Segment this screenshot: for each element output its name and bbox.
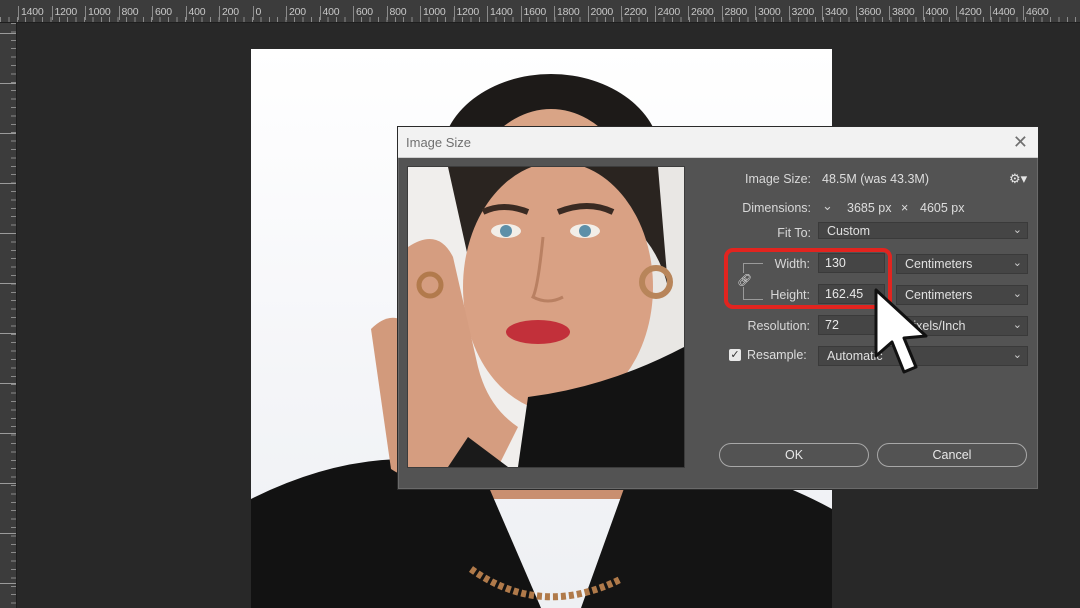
chevron-down-icon[interactable]: ⌄	[822, 198, 833, 214]
gear-icon[interactable]: ⚙▾	[1009, 171, 1027, 187]
width-unit-value: Centimeters	[905, 257, 973, 271]
ruler-mark	[0, 283, 16, 284]
ruler-label: 1400	[18, 6, 44, 20]
dimensions-label: Dimensions:	[742, 201, 811, 215]
ok-button[interactable]: OK	[719, 443, 869, 467]
ruler-label: 3000	[755, 6, 781, 20]
ruler-label: 1000	[85, 6, 111, 20]
image-preview[interactable]	[407, 166, 685, 468]
image-size-value: 48.5M (was 43.3M)	[822, 172, 929, 186]
chevron-down-icon: ⌄	[1012, 224, 1022, 236]
ruler-label: 1000	[420, 6, 446, 20]
ruler-mark	[0, 83, 16, 84]
ruler-label: 3400	[822, 6, 848, 20]
ruler-label: 1600	[520, 6, 546, 20]
chevron-down-icon: ⌄	[1012, 349, 1022, 361]
image-size-label: Image Size:	[744, 172, 811, 186]
chevron-down-icon: ⌄	[1012, 319, 1022, 331]
width-unit-select[interactable]: Centimeters ⌄	[896, 254, 1028, 274]
ruler-label: 800	[386, 6, 407, 20]
ruler-label: 400	[319, 6, 340, 20]
fit-to-value: Custom	[827, 224, 871, 238]
ruler-mark	[0, 333, 16, 334]
image-size-dialog: Image Size ✕ ⚙▾ Image Size: 48.5M (was 4…	[397, 126, 1039, 490]
dialog-title: Image Size	[406, 135, 472, 150]
ruler-label: 2000	[587, 6, 613, 20]
ruler-label: 200	[219, 6, 239, 20]
highlight-annotation	[724, 248, 892, 309]
ruler-label: 3800	[889, 6, 915, 20]
ruler-label: 1200	[453, 6, 479, 20]
ruler-label: 4000	[922, 6, 948, 20]
ruler-mark	[0, 133, 16, 134]
horizontal-ruler: 1400 1200 1000 800 600 400 200 0 200 400 600 800 100…	[0, 0, 1080, 23]
ruler-label: 1400	[487, 6, 513, 20]
ruler-mark	[0, 33, 16, 34]
chevron-down-icon: ⌄	[1012, 288, 1022, 300]
ruler-label: 1200	[51, 6, 77, 20]
resolution-label: Resolution:	[747, 319, 810, 333]
ruler-mark	[0, 533, 16, 534]
ruler-label: 4400	[989, 6, 1015, 20]
ruler-label: 3200	[788, 6, 814, 20]
ruler-label: 2400	[654, 6, 680, 20]
ruler-label: 800	[118, 6, 139, 20]
fit-to-select[interactable]: Custom ⌄	[818, 222, 1028, 239]
dimensions-height: 4605 px	[920, 201, 965, 215]
ruler-mark	[0, 183, 16, 184]
ruler-label: 2200	[621, 6, 647, 20]
ruler-label: 1800	[554, 6, 580, 20]
chevron-down-icon: ⌄	[1012, 257, 1022, 269]
resample-checkbox[interactable]: ✓	[729, 349, 741, 361]
ruler-mark	[0, 233, 16, 234]
ruler-mark	[0, 383, 16, 384]
ruler-label: 2600	[688, 6, 714, 20]
ruler-label: 400	[185, 6, 206, 20]
ruler-label: 200	[286, 6, 306, 20]
fit-to-label: Fit To:	[777, 226, 811, 240]
ruler-label: 0	[252, 6, 261, 20]
preview-portrait	[408, 167, 684, 467]
vertical-ruler	[0, 23, 17, 608]
ruler-label: 600	[353, 6, 373, 20]
ruler-label: 4600	[1023, 6, 1049, 20]
ruler-label: 2800	[721, 6, 747, 20]
cancel-button[interactable]: Cancel	[877, 443, 1027, 467]
dimensions-width: 3685 px	[847, 201, 892, 215]
dialog-titlebar[interactable]: Image Size ✕	[398, 127, 1038, 158]
dimensions-x: ×	[901, 201, 909, 215]
close-icon[interactable]: ✕	[1013, 132, 1028, 153]
ruler-mark	[0, 483, 16, 484]
ruler-label: 3600	[855, 6, 881, 20]
ruler-mark	[0, 583, 16, 584]
mouse-pointer-icon	[874, 288, 928, 374]
ruler-label: 4200	[956, 6, 982, 20]
resample-label: Resample:	[747, 348, 807, 362]
ruler-mark	[0, 433, 16, 434]
ruler-label: 600	[152, 6, 172, 20]
